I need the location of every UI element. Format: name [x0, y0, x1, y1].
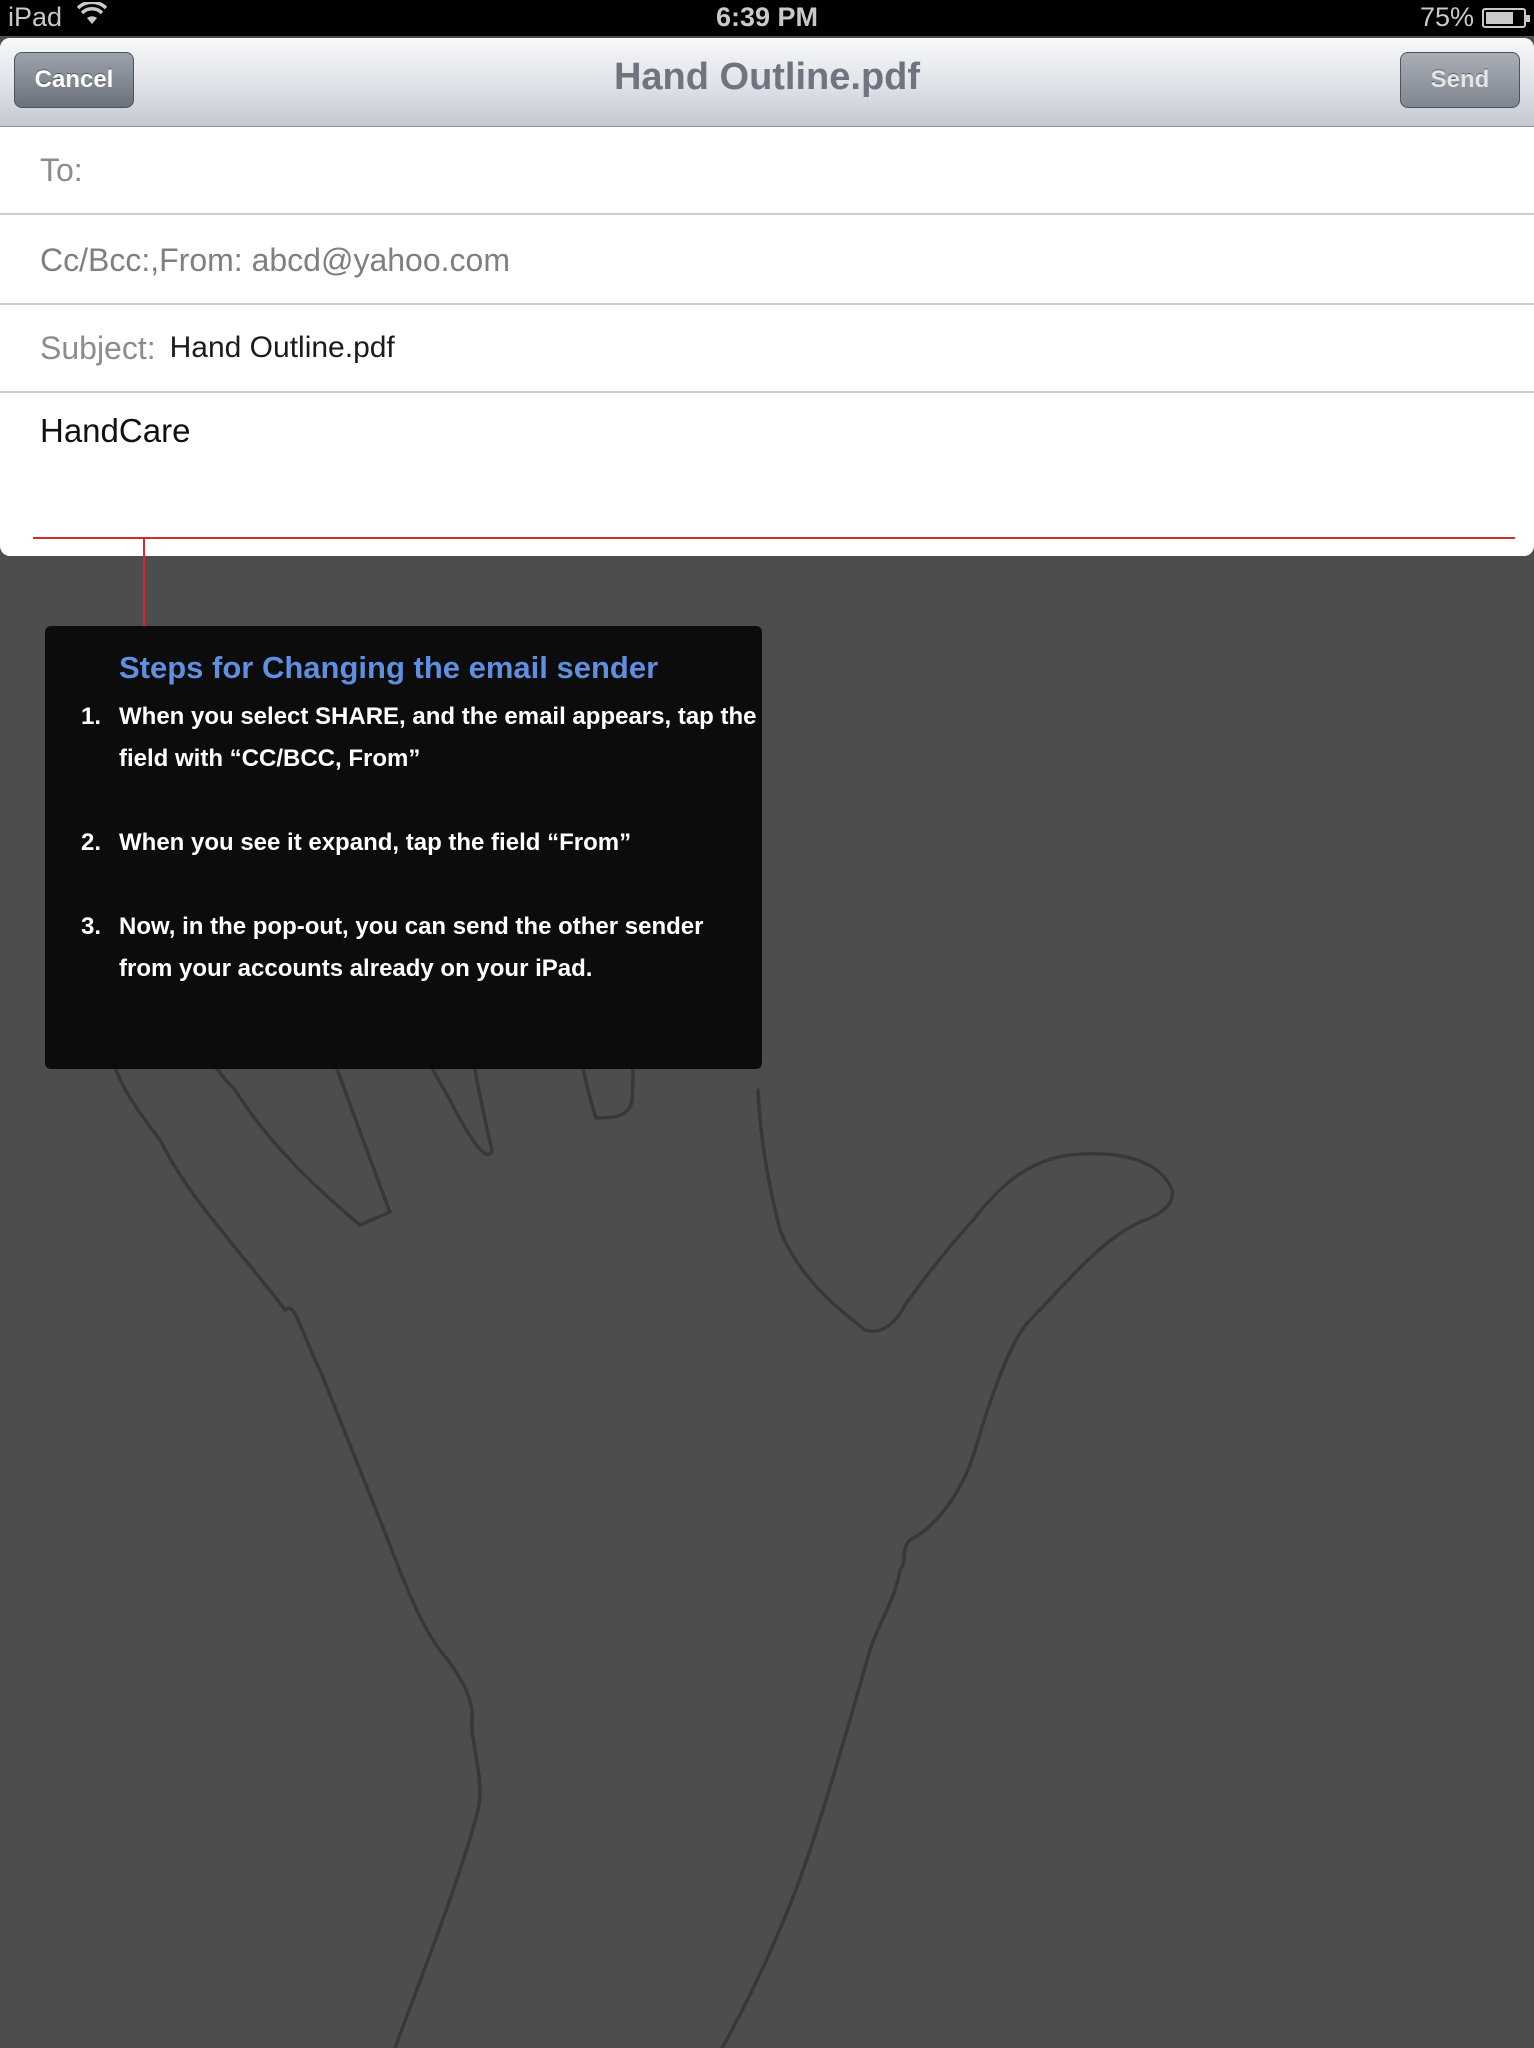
subject-label: Subject: — [40, 329, 156, 366]
step-text: When you select SHARE, and the email app… — [119, 703, 757, 772]
compose-title: Hand Outline.pdf — [613, 56, 921, 98]
step-text: Now, in the pop-out, you can send the ot… — [119, 913, 704, 982]
annotation-line-vertical — [143, 538, 145, 626]
compose-navbar: Cancel Hand Outline.pdf Send — [0, 38, 1534, 127]
message-body[interactable]: HandCare — [40, 412, 190, 450]
instructions-panel: Steps for Changing the email sender 1. W… — [45, 626, 762, 1069]
subject-field[interactable]: Subject: Hand Outline.pdf — [0, 305, 1534, 393]
mail-compose-sheet: Cancel Hand Outline.pdf Send To: Cc/Bcc:… — [0, 38, 1534, 556]
subject-input[interactable]: Hand Outline.pdf — [170, 331, 395, 365]
cc-bcc-from-field[interactable]: Cc/Bcc:,From: abcd@yahoo.com — [0, 217, 1534, 305]
to-label: To: — [40, 151, 83, 188]
step-number: 3. — [81, 913, 102, 940]
step-number: 2. — [81, 829, 102, 856]
step-text: When you see it expand, tap the field “F… — [119, 829, 632, 856]
send-button[interactable]: Send — [1400, 52, 1520, 108]
to-field[interactable]: To: — [0, 127, 1534, 215]
annotation-line-horizontal — [33, 537, 1515, 539]
instructions-title: Steps for Changing the email sender — [119, 650, 659, 685]
step-number: 1. — [81, 703, 102, 730]
cc-bcc-from-label: Cc/Bcc:,From: abcd@yahoo.com — [40, 241, 510, 278]
